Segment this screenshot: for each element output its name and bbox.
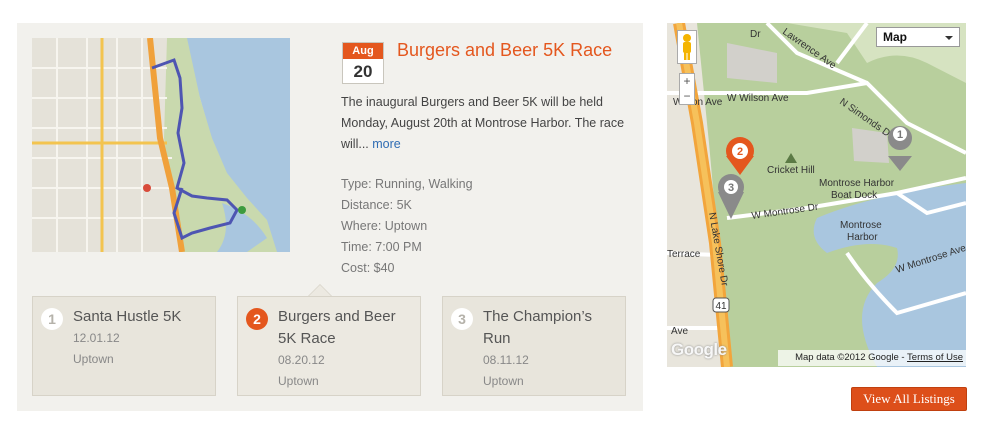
map-pin-1-number: 1 bbox=[897, 129, 903, 141]
map-pin-3-number: 3 bbox=[728, 182, 734, 194]
card-location: Uptown bbox=[73, 352, 114, 366]
card-location: Uptown bbox=[483, 374, 524, 388]
event-title[interactable]: Burgers and Beer 5K Race bbox=[397, 39, 627, 61]
event-card-active[interactable]: 2 Burgers and Beer 5K Race 08.20.12 Upto… bbox=[237, 296, 421, 396]
fact-time: Time: 7:00 PM bbox=[341, 240, 422, 254]
map-pin-2-number: 2 bbox=[737, 146, 743, 158]
event-locations-map[interactable]: 41 Wilson Ave W Wilson Ave N Simonds Dr … bbox=[667, 23, 966, 367]
card-date: 08.20.12 bbox=[278, 353, 325, 367]
zoom-control: + − bbox=[679, 73, 695, 105]
view-all-listings-button[interactable]: View All Listings bbox=[851, 387, 967, 411]
fact-distance: Distance: 5K bbox=[341, 198, 412, 212]
highway-shield-label: 41 bbox=[715, 301, 727, 312]
map-data-credit: Map data ©2012 Google - bbox=[795, 352, 908, 363]
card-title: The Champion’s Run bbox=[483, 308, 592, 347]
card-number: 1 bbox=[41, 308, 63, 330]
map-attribution: Map data ©2012 Google - Terms of Use bbox=[778, 350, 966, 366]
map-label-cricket-hill: Cricket Hill bbox=[767, 165, 815, 176]
street-view-pegman-icon[interactable] bbox=[677, 30, 697, 64]
event-description: The inaugural Burgers and Beer 5K will b… bbox=[341, 92, 631, 155]
map-label-terrace: Terrace bbox=[667, 249, 701, 260]
map-label-harbor-1: Montrose bbox=[840, 220, 882, 231]
card-title: Burgers and Beer 5K Race bbox=[278, 308, 396, 347]
event-facts: Type: Running, Walking Distance: 5K Wher… bbox=[341, 174, 473, 279]
event-date-badge: Aug 20 bbox=[342, 42, 384, 84]
map-label-boat-dock-2: Boat Dock bbox=[831, 190, 878, 201]
event-card[interactable]: 3 The Champion’s Run 08.11.12 Uptown bbox=[442, 296, 626, 396]
map-label-ave: Ave bbox=[671, 326, 688, 337]
zoom-out-button[interactable]: − bbox=[680, 89, 694, 104]
more-link[interactable]: more bbox=[372, 137, 400, 151]
card-title: Santa Hustle 5K bbox=[73, 308, 182, 325]
fact-cost: Cost: $40 bbox=[341, 261, 395, 275]
map-type-value: Map bbox=[883, 30, 907, 44]
chevron-down-icon bbox=[945, 36, 953, 40]
map-type-select[interactable]: Map bbox=[876, 27, 960, 47]
zoom-in-button[interactable]: + bbox=[680, 74, 694, 89]
map-label-boat-dock-1: Montrose Harbor bbox=[819, 178, 895, 189]
event-card[interactable]: 1 Santa Hustle 5K 12.01.12 Uptown bbox=[32, 296, 216, 396]
card-number: 3 bbox=[451, 308, 473, 330]
google-logo: Google bbox=[671, 340, 727, 359]
card-date: 08.11.12 bbox=[483, 353, 529, 367]
map-label-harbor-2: Harbor bbox=[847, 232, 878, 243]
event-month: Aug bbox=[343, 43, 383, 59]
fact-type: Type: Running, Walking bbox=[341, 177, 473, 191]
event-cards: 1 Santa Hustle 5K 12.01.12 Uptown 2 Burg… bbox=[32, 296, 628, 396]
card-date: 12.01.12 bbox=[73, 331, 120, 345]
map-label-dr: Dr bbox=[750, 29, 761, 40]
route-map-thumbnail[interactable] bbox=[32, 38, 290, 252]
map-label-w-wilson-ave: W Wilson Ave bbox=[727, 93, 789, 104]
terms-of-use-link[interactable]: Terms of Use bbox=[907, 352, 963, 363]
event-day: 20 bbox=[353, 62, 373, 81]
fact-where: Where: Uptown bbox=[341, 219, 428, 233]
featured-event-panel: Aug 20 Burgers and Beer 5K Race The inau… bbox=[17, 23, 643, 411]
card-number: 2 bbox=[246, 308, 268, 330]
card-location: Uptown bbox=[278, 374, 319, 388]
